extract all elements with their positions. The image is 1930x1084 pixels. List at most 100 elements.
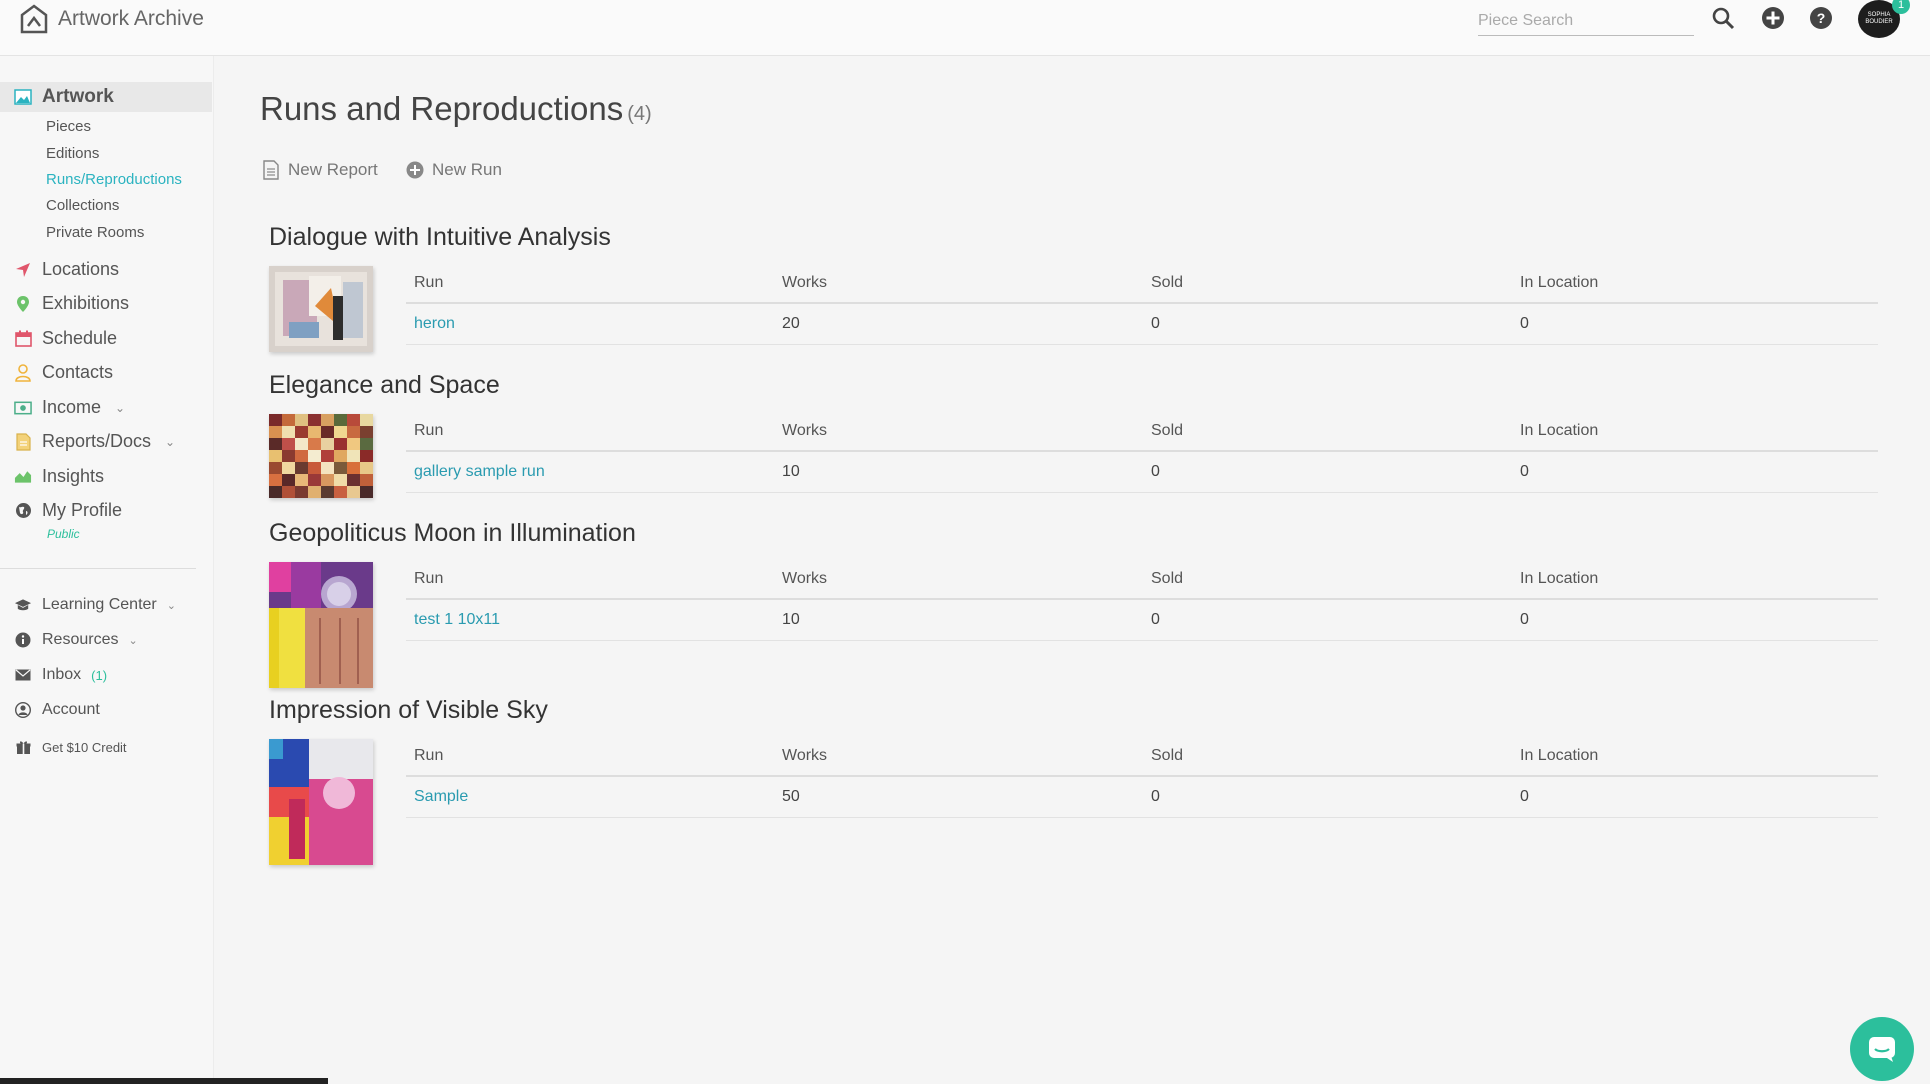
sidebar-item-label: Income: [42, 397, 102, 417]
sidebar-item-label: Inbox: [42, 666, 82, 683]
area-chart-icon: [14, 468, 32, 486]
sidebar: Artwork Pieces Editions Runs/Reproductio…: [0, 56, 214, 1084]
chevron-down-icon: ⌄: [128, 634, 138, 647]
piece-thumbnail[interactable]: [269, 266, 373, 352]
table-row: Sample 50 0 0: [406, 777, 1878, 818]
piece-title[interactable]: Impression of Visible Sky: [269, 696, 548, 725]
piece-title[interactable]: Elegance and Space: [269, 371, 500, 400]
sidebar-item-schedule[interactable]: Schedule: [14, 328, 117, 349]
runs-table: Run Works Sold In Location gallery sampl…: [406, 412, 1878, 493]
column-header-run: Run: [414, 570, 444, 587]
in-location-count: 0: [1520, 788, 1529, 805]
page-title-text: Runs and Reproductions: [260, 90, 624, 127]
in-location-count: 0: [1520, 463, 1529, 480]
artwork-thumbnail-image: [269, 739, 373, 865]
works-count: 10: [782, 611, 800, 628]
in-location-count: 0: [1520, 315, 1529, 332]
piece-thumbnail[interactable]: [269, 414, 373, 498]
table-row: heron 20 0 0: [406, 304, 1878, 345]
app-title: Artwork Archive: [58, 7, 204, 30]
sidebar-item-get-credit[interactable]: Get $10 Credit: [14, 738, 127, 756]
sidebar-item-learning-center[interactable]: Learning Center ⌄: [14, 596, 176, 614]
column-header-in-location: In Location: [1520, 422, 1599, 439]
column-header-sold: Sold: [1151, 570, 1184, 587]
top-bar: Artwork Archive ? SOPHIA BOUDIER 1: [0, 0, 1930, 56]
column-header-in-location: In Location: [1520, 274, 1599, 291]
runs-table: Run Works Sold In Location test 1 10x11 …: [406, 560, 1878, 641]
gift-icon: [14, 738, 32, 756]
table-row: gallery sample run 10 0 0: [406, 452, 1878, 493]
run-link[interactable]: heron: [414, 315, 455, 333]
svg-text:?: ?: [1817, 10, 1826, 26]
sidebar-sub-pieces[interactable]: Pieces: [46, 118, 91, 135]
sidebar-item-reports-docs[interactable]: Reports/Docs ⌄: [14, 431, 175, 452]
table-header-row: Run Works Sold In Location: [406, 560, 1878, 600]
page-title-count: (4): [627, 103, 652, 125]
sidebar-sub-runs-reproductions[interactable]: Runs/Reproductions: [46, 171, 182, 188]
column-header-works: Works: [782, 422, 828, 439]
main-content: Runs and Reproductions (4) New Report New…: [214, 56, 1930, 1084]
table-header-row: Run Works Sold In Location: [406, 412, 1878, 452]
graduation-cap-icon: [14, 596, 32, 614]
sidebar-item-label: Resources: [42, 631, 119, 648]
sold-count: 0: [1151, 788, 1160, 805]
image-icon: [14, 88, 32, 106]
sidebar-item-artwork[interactable]: Artwork: [0, 82, 212, 112]
column-header-in-location: In Location: [1520, 570, 1599, 587]
table-row: test 1 10x11 10 0 0: [406, 600, 1878, 641]
runs-table: Run Works Sold In Location Sample 50 0 0: [406, 737, 1878, 818]
piece-search-input[interactable]: [1478, 6, 1694, 35]
artwork-thumbnail-image: [269, 266, 373, 352]
column-header-works: Works: [782, 570, 828, 587]
sidebar-item-exhibitions[interactable]: Exhibitions: [14, 293, 129, 314]
sidebar-sub-private-rooms[interactable]: Private Rooms: [46, 224, 144, 241]
run-link[interactable]: gallery sample run: [414, 463, 545, 481]
sidebar-item-label: My Profile: [42, 500, 123, 520]
contact-user-icon: [14, 363, 32, 382]
money-icon: [14, 399, 32, 417]
sidebar-item-contacts[interactable]: Contacts: [14, 362, 113, 383]
help-icon[interactable]: ?: [1808, 5, 1834, 31]
chat-bubble-icon: [1869, 1037, 1895, 1062]
sidebar-item-income[interactable]: Income ⌄: [14, 397, 125, 418]
works-count: 20: [782, 315, 800, 332]
calendar-icon: [14, 330, 32, 348]
sidebar-item-label: Learning Center: [42, 596, 157, 613]
in-location-count: 0: [1520, 611, 1529, 628]
sidebar-item-resources[interactable]: Resources ⌄: [14, 631, 138, 649]
sidebar-sub-collections[interactable]: Collections: [46, 197, 119, 214]
sidebar-sub-editions[interactable]: Editions: [46, 145, 99, 162]
brand-logo[interactable]: Artwork Archive: [20, 4, 204, 34]
piece-thumbnail[interactable]: [269, 739, 373, 865]
sidebar-item-my-profile[interactable]: My Profile: [14, 500, 122, 521]
sidebar-item-label: Account: [42, 701, 100, 718]
column-header-sold: Sold: [1151, 747, 1184, 764]
piece-title[interactable]: Geopoliticus Moon in Illumination: [269, 519, 636, 548]
document-icon: [14, 432, 32, 451]
sidebar-item-account[interactable]: Account: [14, 701, 100, 719]
sidebar-item-label: Contacts: [42, 362, 114, 382]
sidebar-item-inbox[interactable]: Inbox (1): [14, 666, 107, 684]
search-icon[interactable]: [1710, 5, 1736, 31]
chat-support-button[interactable]: [1850, 1017, 1914, 1081]
column-header-works: Works: [782, 274, 828, 291]
new-run-button[interactable]: New Run: [406, 160, 502, 180]
sidebar-item-locations[interactable]: Locations: [14, 259, 119, 280]
sidebar-item-label: Schedule: [42, 328, 118, 348]
location-arrow-icon: [14, 261, 32, 279]
piece-title[interactable]: Dialogue with Intuitive Analysis: [269, 223, 611, 252]
run-link[interactable]: Sample: [414, 788, 468, 806]
add-icon[interactable]: [1760, 5, 1786, 31]
sidebar-item-insights[interactable]: Insights: [14, 466, 104, 487]
column-header-works: Works: [782, 747, 828, 764]
plus-circle-icon: [406, 161, 424, 179]
run-link[interactable]: test 1 10x11: [414, 611, 500, 629]
table-header-row: Run Works Sold In Location: [406, 737, 1878, 777]
info-icon: [14, 631, 32, 649]
table-header-row: Run Works Sold In Location: [406, 264, 1878, 304]
column-header-in-location: In Location: [1520, 747, 1599, 764]
column-header-run: Run: [414, 274, 444, 291]
new-report-button[interactable]: New Report: [262, 160, 378, 180]
artwork-thumbnail-image: [269, 414, 373, 498]
piece-thumbnail[interactable]: [269, 562, 373, 688]
